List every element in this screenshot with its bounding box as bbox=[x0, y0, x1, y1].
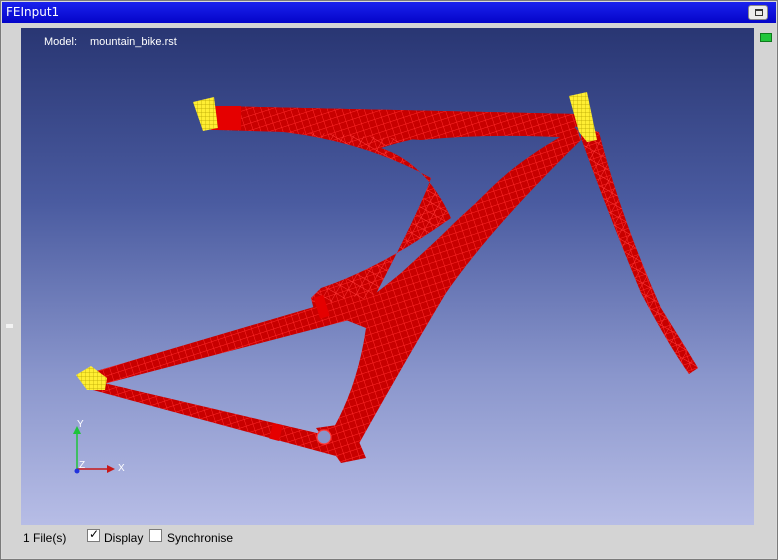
status-bar: 1 File(s) ✓ Display Synchronise bbox=[21, 527, 754, 547]
seat-clamp-constraint bbox=[193, 97, 218, 131]
fe-input-window: FEInput1 Model: mountain_bike.rst Y Z X … bbox=[0, 0, 778, 560]
checkmark-icon: ✓ bbox=[89, 527, 100, 541]
window-title: FEInput1 bbox=[6, 5, 60, 19]
axis-label-z: Z bbox=[79, 460, 85, 471]
bottom-bracket-hole bbox=[316, 429, 332, 445]
seat-stay-mesh bbox=[93, 296, 376, 386]
status-indicator bbox=[760, 33, 772, 42]
top-tube-mesh bbox=[213, 106, 576, 140]
fork-mesh-overlay bbox=[581, 128, 698, 374]
axis-label-x: X bbox=[118, 463, 125, 474]
restore-button[interactable] bbox=[748, 5, 768, 20]
axis-label-y: Y bbox=[77, 419, 84, 430]
3d-viewport[interactable]: Model: mountain_bike.rst Y Z X bbox=[21, 28, 754, 525]
restore-icon bbox=[755, 9, 763, 16]
display-label: Display bbox=[104, 531, 144, 545]
frame-marker bbox=[6, 324, 13, 328]
display-checkbox[interactable]: ✓ bbox=[87, 527, 100, 542]
file-count: 1 File(s) bbox=[23, 531, 67, 545]
mesh-view: Y Z X bbox=[73, 92, 698, 474]
synchronise-checkbox[interactable] bbox=[149, 529, 162, 542]
chain-stay-mesh bbox=[91, 380, 336, 456]
title-bar[interactable]: FEInput1 bbox=[2, 2, 776, 23]
synchronise-label: Synchronise bbox=[167, 531, 234, 545]
